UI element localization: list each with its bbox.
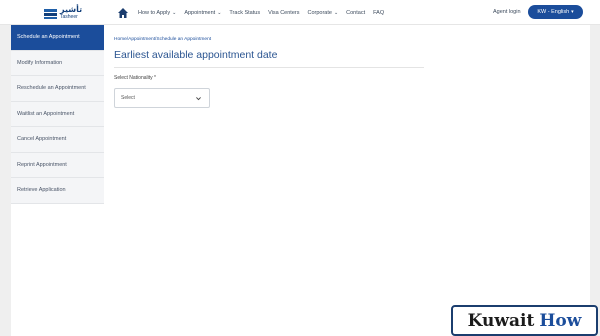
nav-contact[interactable]: Contact [346, 10, 365, 16]
nationality-select-value: Select [121, 95, 135, 101]
logo-arabic-text: تأشير [60, 5, 83, 14]
watermark-text-how: How [539, 310, 582, 331]
home-icon[interactable] [117, 7, 129, 19]
nav-corporate[interactable]: Corporate ⌄ [307, 10, 338, 16]
nav-appointment[interactable]: Appointment ⌄ [184, 10, 221, 16]
language-label: KW - English [537, 9, 570, 15]
top-header: تأشير Tasheer How to Apply ⌄ Appointment ⌄… [0, 0, 600, 25]
caret-down-icon: ▾ [571, 9, 574, 15]
watermark-text-kuwait: Kuwait [467, 310, 535, 331]
sidebar-item-cancel-appointment[interactable]: Cancel Appointment [11, 127, 104, 153]
title-divider [114, 67, 424, 68]
tasheer-logo[interactable]: تأشير Tasheer [44, 3, 88, 23]
nav-how-to-apply[interactable]: How to Apply ⌄ [138, 10, 176, 16]
sidebar-item-schedule-appointment[interactable]: Schedule an Appointment [11, 25, 104, 51]
sidebar-item-reprint-appointment[interactable]: Reprint Appointment [11, 153, 104, 178]
sidebar-item-retrieve-application[interactable]: Retrieve Application [11, 178, 104, 204]
sidebar-item-waitlist-appointment[interactable]: Waitlist an Appointment [11, 102, 104, 127]
chevron-down-icon: ⌄ [172, 9, 177, 16]
left-gutter [0, 25, 11, 336]
language-selector-button[interactable]: KW - English ▾ [528, 5, 583, 19]
sidebar-item-reschedule-appointment[interactable]: Reschedule an Appointment [11, 76, 104, 102]
sidebar-item-modify-information[interactable]: Modify Information [11, 51, 104, 76]
nationality-select[interactable]: Select [114, 88, 210, 108]
chevron-down-icon: ⌄ [217, 9, 222, 16]
logo-mark-icon [44, 7, 57, 20]
nationality-label: Select Nationality * [114, 75, 156, 81]
nav-track-status[interactable]: Track Status [229, 10, 260, 16]
sidebar-menu: Schedule an Appointment Modify Informati… [11, 25, 104, 204]
breadcrumb[interactable]: Home/Appointment/Schedule an Appointment [114, 37, 211, 42]
right-gutter [590, 25, 600, 336]
logo-english-text: Tasheer [60, 14, 78, 20]
page-title: Earliest available appointment date [114, 49, 278, 61]
kuwait-how-watermark: Kuwait How [451, 305, 598, 336]
agent-login-link[interactable]: Agent login [493, 9, 521, 15]
nav-faq[interactable]: FAQ [373, 10, 384, 16]
chevron-down-icon [196, 96, 201, 100]
main-nav: How to Apply ⌄ Appointment ⌄ Track Status … [117, 0, 392, 25]
nav-visa-centers[interactable]: Visa Centers [268, 10, 299, 16]
chevron-down-icon: ⌄ [333, 9, 339, 16]
